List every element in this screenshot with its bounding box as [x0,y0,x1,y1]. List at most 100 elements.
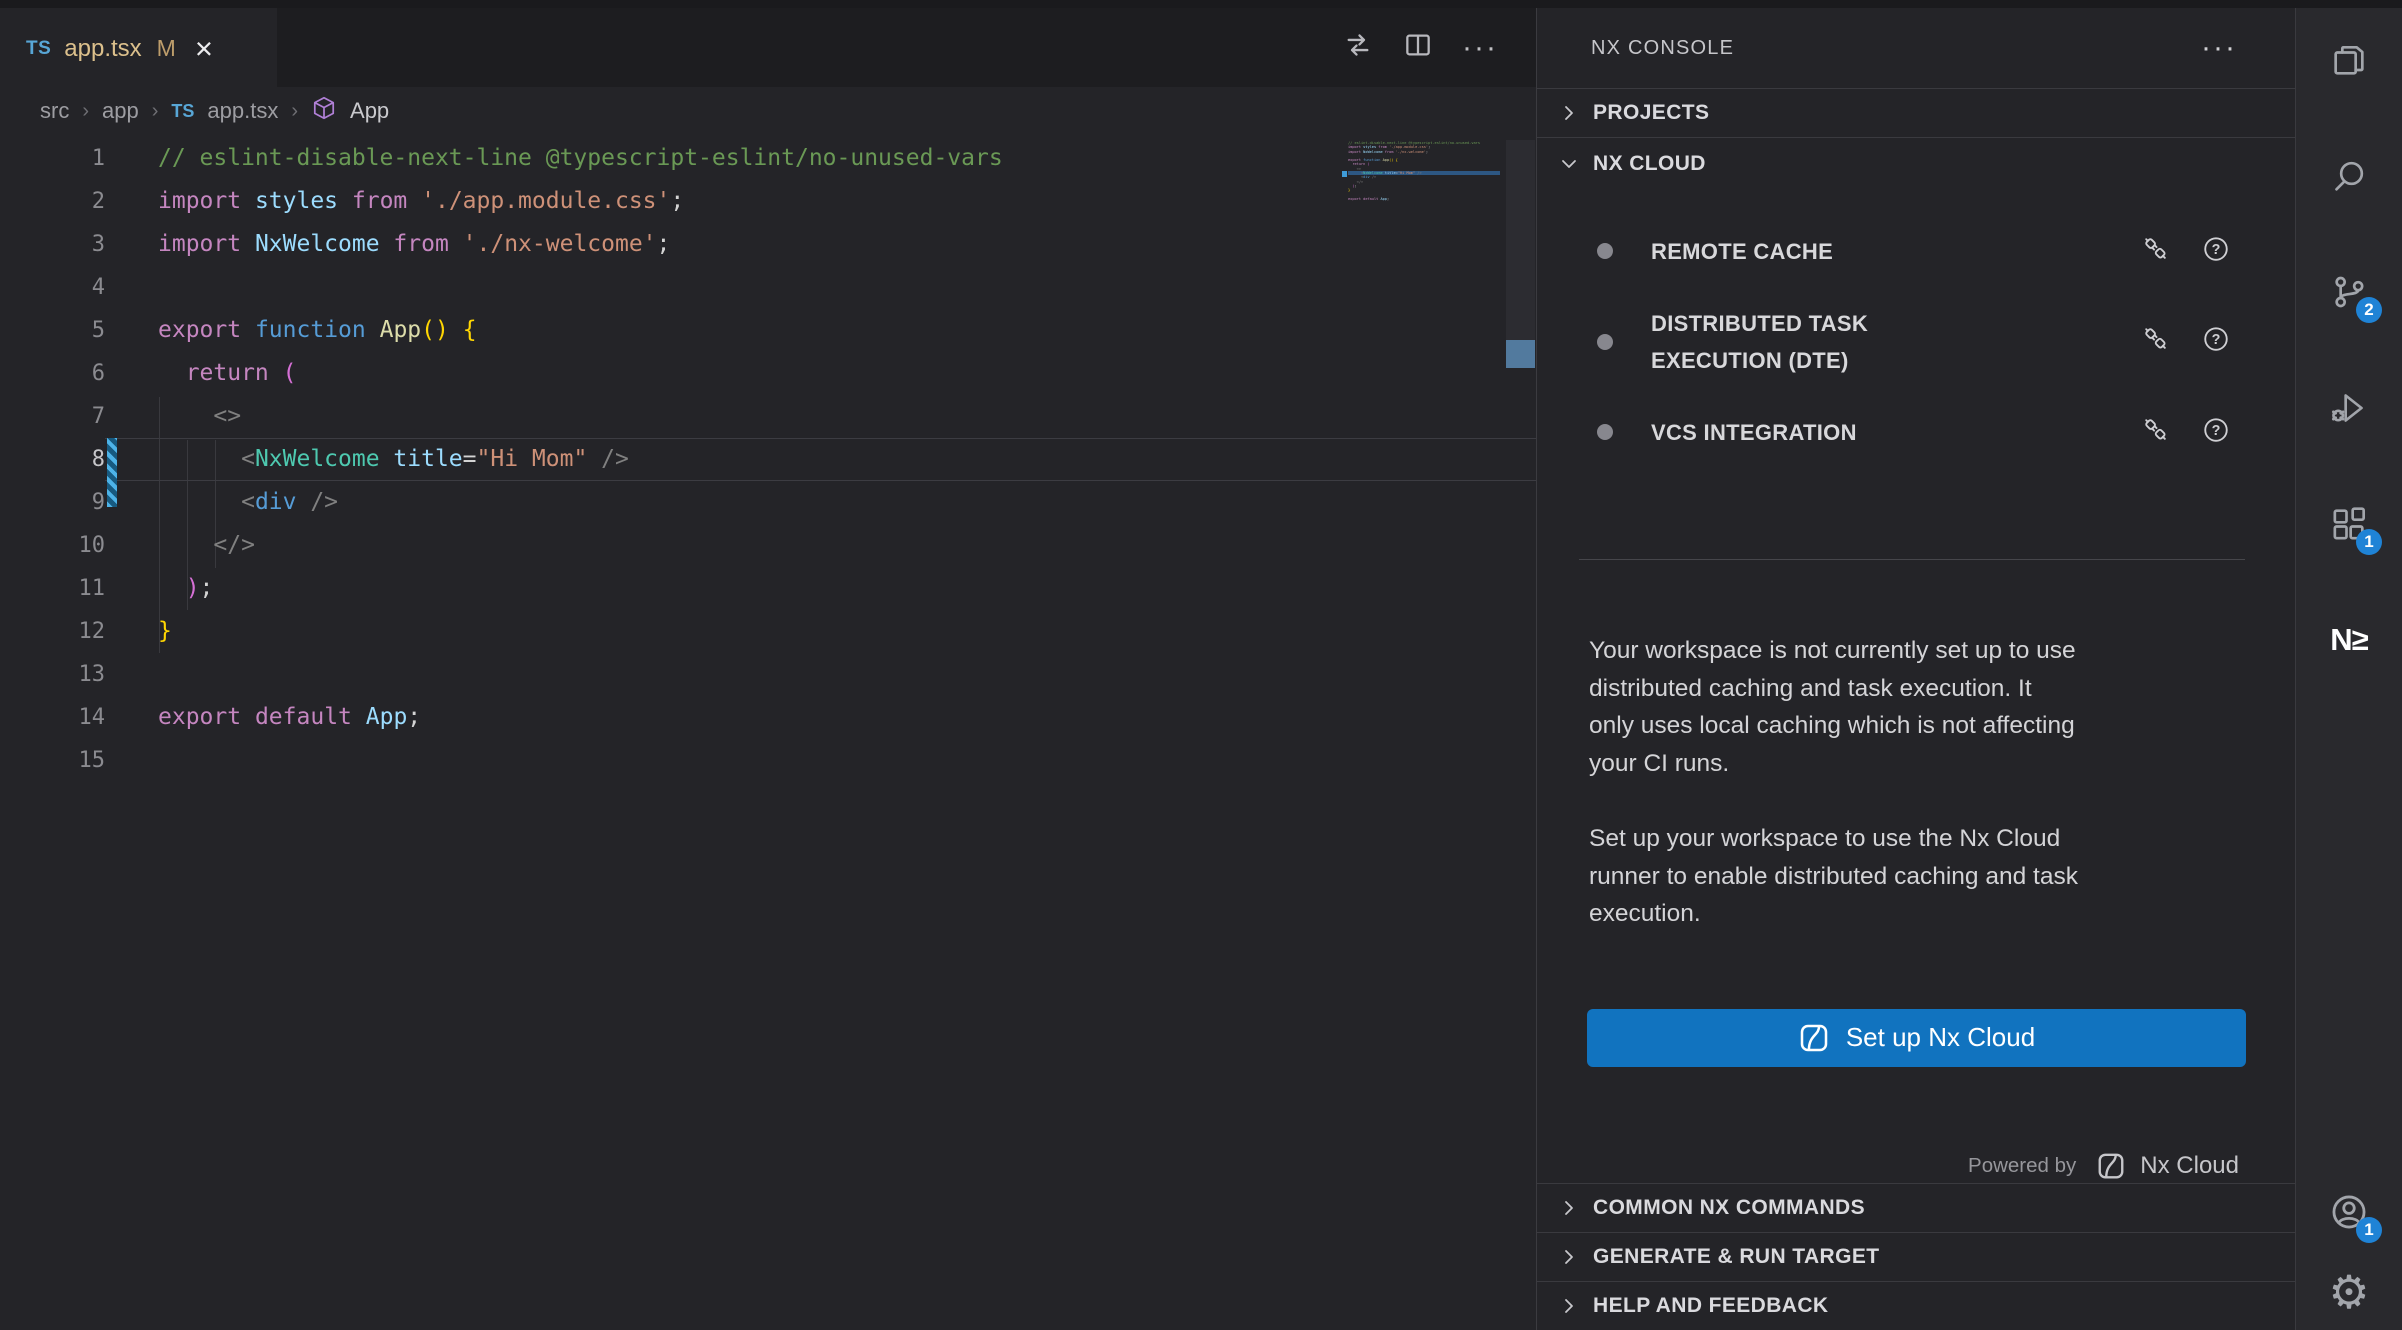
nx-console-icon[interactable]: N≥ [2325,616,2373,664]
section-label: PROJECTS [1593,101,1709,125]
status-bullet [1597,424,1613,440]
code-line[interactable]: 1// eslint-disable-next-line @typescript… [0,137,1536,180]
feature-label: EXECUTION (DTE) [1651,342,1991,379]
code-line[interactable]: 3import NxWelcome from './nx-welcome'; [0,223,1536,266]
line-number: 10 [0,524,105,567]
split-editor-icon[interactable] [1402,29,1434,66]
search-icon[interactable] [2325,152,2373,200]
chevron-right-icon [1559,1296,1579,1316]
connect-plug-icon[interactable] [2141,324,2171,359]
account-icon[interactable]: 1 [2325,1188,2373,1236]
extensions-badge: 1 [2356,529,2382,555]
feature-label: VCS INTEGRATION [1651,414,1991,451]
source-control-badge: 2 [2356,297,2382,323]
activity-bar: 2 1 N≥ [2295,0,2402,1330]
section-label: GENERATE & RUN TARGET [1593,1245,1879,1269]
editor-more-actions-icon[interactable]: ··· [1462,31,1498,65]
chevron-right-icon [1559,1247,1579,1267]
scrollbar-slider[interactable] [1506,140,1535,340]
breadcrumb-symbol[interactable]: App [350,98,389,124]
overview-ruler-modified-decoration [1506,340,1535,368]
setup-suggestion-paragraph: Set up your workspace to use the Nx Clou… [1589,820,2237,933]
workspace-status-paragraph: Your workspace is not currently set up t… [1589,632,2237,782]
breadcrumb-file[interactable]: app.tsx [207,98,278,124]
tab-bar: TS app.tsx M × ··· [0,0,1536,87]
run-debug-icon[interactable] [2325,384,2373,432]
panel-bottom-sections: COMMON NX COMMANDS GENERATE & RUN TARGET… [1537,1183,2295,1330]
extensions-icon[interactable]: 1 [2325,500,2373,548]
nx-cloud-features: REMOTE CACHE [1537,190,2295,485]
chevron-down-icon [1559,154,1579,174]
tab-app-tsx[interactable]: TS app.tsx M × [0,0,277,87]
line-number: 3 [0,223,105,266]
feature-dte: DISTRIBUTED TASK EXECUTION (DTE) [1537,304,2295,379]
help-icon[interactable]: ? [2201,324,2231,359]
setup-button-label: Set up Nx Cloud [1846,1022,2035,1053]
setup-nx-cloud-button[interactable]: Set up Nx Cloud [1587,1009,2246,1067]
panel-more-actions-icon[interactable]: ··· [2201,31,2237,65]
code-line[interactable]: 2import styles from './app.module.css'; [0,180,1536,223]
panel-header: NX CONSOLE ··· [1537,0,2295,88]
window-top-edge [0,0,2402,8]
line-number: 1 [0,137,105,180]
nx-console-panel: NX CONSOLE ··· PROJECTS NX CLOUD REMOTE … [1536,0,2295,1330]
code-line[interactable]: 4 [0,266,1536,309]
section-label: HELP AND FEEDBACK [1593,1294,1828,1318]
connect-plug-icon[interactable] [2141,234,2171,269]
section-common-nx-commands[interactable]: COMMON NX COMMANDS [1537,1183,2295,1232]
line-number: 12 [0,610,105,653]
code-line[interactable]: 6 return ( [0,352,1536,395]
minimap-line [1348,201,1500,205]
code-line[interactable]: 15 [0,739,1536,782]
section-nx-cloud[interactable]: NX CLOUD [1537,137,2295,190]
close-tab-icon[interactable]: × [195,33,213,64]
source-control-icon[interactable]: 2 [2325,268,2373,316]
section-help-and-feedback[interactable]: HELP AND FEEDBACK [1537,1281,2295,1330]
code-line[interactable]: 9 <div /> [0,481,1536,524]
svg-text:?: ? [2212,332,2221,348]
powered-by-row: Powered by Nx Cloud [1537,1151,2239,1181]
section-projects[interactable]: PROJECTS [1537,88,2295,137]
powered-by-label: Powered by [1968,1154,2076,1178]
vscode-window: TS app.tsx M × ··· [0,0,2402,1330]
line-number: 11 [0,567,105,610]
code-line[interactable]: 12} [0,610,1536,653]
line-number: 14 [0,696,105,739]
code-line[interactable]: 10 </> [0,524,1536,567]
code-line[interactable]: 8 <NxWelcome title="Hi Mom" /> [0,438,1536,481]
minimap[interactable]: // eslint-disable-next-line @typescript-… [1348,141,1500,205]
help-icon[interactable]: ? [2201,234,2231,269]
tab-filename: app.tsx [64,35,141,63]
line-number: 2 [0,180,105,223]
line-number: 15 [0,739,105,782]
code-line[interactable]: 7 <> [0,395,1536,438]
divider [1579,559,2245,560]
nx-cloud-brand-label: Nx Cloud [2140,1152,2239,1180]
code-line[interactable]: 11 ); [0,567,1536,610]
line-number: 8 [0,438,105,481]
editor-scrollbar[interactable] [1506,135,1535,1330]
section-generate-run-target[interactable]: GENERATE & RUN TARGET [1537,1232,2295,1281]
connect-plug-icon[interactable] [2141,415,2171,450]
feature-label: DISTRIBUTED TASK [1651,305,1991,342]
help-icon[interactable]: ? [2201,415,2231,450]
breadcrumb: src › app › TS app.tsx › App [0,87,1536,135]
section-label: NX CLOUD [1593,152,1706,176]
breadcrumb-folder[interactable]: app [102,98,139,124]
typescript-file-icon: TS [171,101,194,122]
explorer-icon[interactable] [2325,36,2373,84]
code-line[interactable]: 5export function App() { [0,309,1536,352]
breadcrumb-separator: › [152,100,159,123]
open-changes-icon[interactable] [1342,29,1374,66]
panel-title: NX CONSOLE [1591,37,1734,60]
code-line[interactable]: 14export default App; [0,696,1536,739]
settings-gear-icon[interactable]: ⚙ [2325,1268,2373,1316]
status-bullet [1597,334,1613,350]
account-badge: 1 [2356,1217,2382,1243]
breadcrumb-separator: › [82,100,89,123]
breadcrumb-folder[interactable]: src [40,98,69,124]
code-editor[interactable]: 1 // eslint-disable-next-line @typescript… [0,135,1536,1330]
svg-text:?: ? [2212,423,2221,439]
svg-text:?: ? [2212,242,2221,258]
code-line[interactable]: 13 [0,653,1536,696]
